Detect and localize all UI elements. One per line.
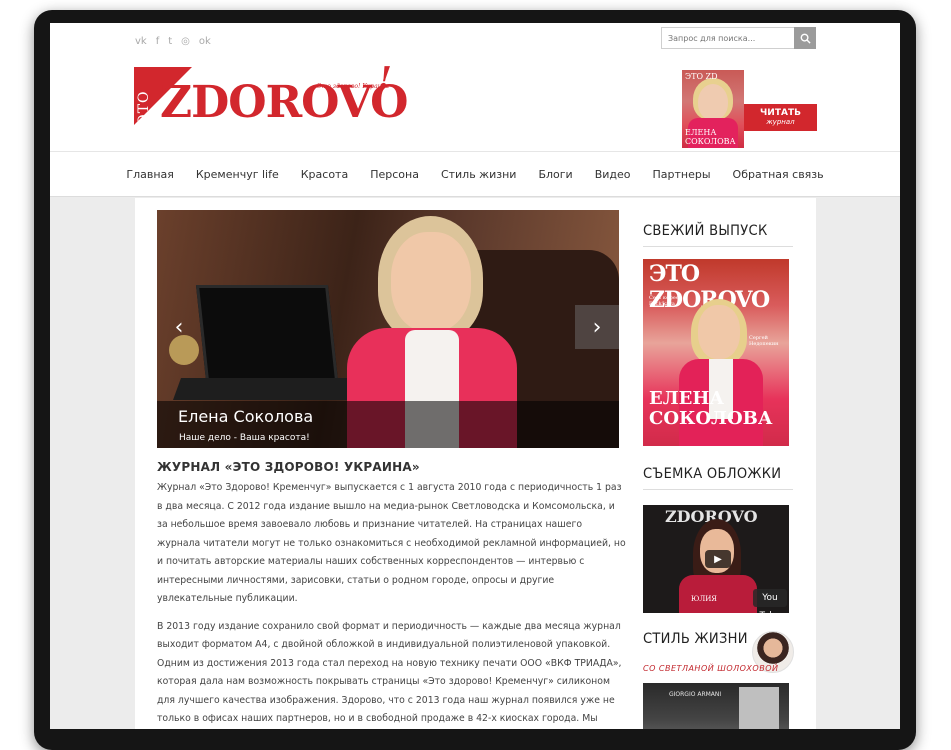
logo-vertical-text: ЭТО <box>136 90 152 125</box>
read-button-label: ЧИТАТЬ <box>760 108 801 118</box>
slider-next-button[interactable]: › <box>575 305 619 349</box>
site-header: vk f t ◎ ok ЭТО ZDOROVO Это здорово! Укр… <box>50 23 900 151</box>
vk-icon[interactable]: vk <box>135 36 147 47</box>
store-window <box>739 687 779 729</box>
video-dress <box>679 575 757 613</box>
search-button[interactable] <box>794 27 816 49</box>
youtube-logo[interactable]: You Tube <box>753 589 787 613</box>
store-sign: GIORGIO ARMANI <box>669 691 722 698</box>
nav-item-partners[interactable]: Партнеры <box>653 168 711 181</box>
nav-item-beauty[interactable]: Красота <box>301 168 348 181</box>
header-magazine-name: ЕЛЕНА СОКОЛОВА <box>685 128 736 146</box>
odnoklassniki-icon[interactable]: ok <box>199 36 211 47</box>
search-icon <box>800 33 811 44</box>
twitter-icon[interactable]: t <box>168 36 172 47</box>
main-navigation: Главная Кременчуг life Красота Персона С… <box>50 151 900 197</box>
article-body: Журнал «Это Здорово! Кременчуг» выпускае… <box>157 479 627 729</box>
nav-item-feedback[interactable]: Обратная связь <box>733 168 824 181</box>
nav-item-kremenchug-life[interactable]: Кременчуг life <box>196 168 279 181</box>
cover-face <box>698 305 740 359</box>
article-title: ЖУРНАЛ «ЭТО ЗДОРОВО! УКРАИНА» <box>157 460 420 474</box>
slide-laptop <box>195 285 339 381</box>
nav-item-home[interactable]: Главная <box>126 168 174 181</box>
cover-shoot-video[interactable]: ZDOROVO ▶ ЮЛИЯ You Tube <box>643 505 789 613</box>
cover-left-text: Сеть кофеен Rock'kava <box>649 295 683 307</box>
divider <box>643 489 793 490</box>
cover-name: ЕЛЕНА СОКОЛОВА <box>649 388 773 429</box>
search-input[interactable] <box>661 27 794 49</box>
lifestyle-image[interactable]: GIORGIO ARMANI <box>643 683 789 729</box>
social-links: vk f t ◎ ok <box>135 36 211 47</box>
nav-item-lifestyle[interactable]: Стиль жизни <box>441 168 517 181</box>
header-magazine-cover[interactable]: ЭТО ZD ЕЛЕНА СОКОЛОВА <box>682 70 744 148</box>
facebook-icon[interactable]: f <box>156 36 160 47</box>
chevron-left-icon: ‹ <box>174 314 184 340</box>
cover-shoot-heading: СЪЕМКА ОБЛОЖКИ <box>643 466 782 482</box>
fresh-issue-heading: СВЕЖИЙ ВЫПУСК <box>643 223 768 239</box>
nav-item-video[interactable]: Видео <box>595 168 631 181</box>
divider <box>643 246 793 247</box>
lifestyle-subheading: СО СВЕТЛАНОЙ ШОЛОХОВОЙ <box>643 664 779 673</box>
play-icon[interactable]: ▶ <box>705 550 731 568</box>
site-logo[interactable]: ЭТО ZDOROVO Это здорово! Украина ! <box>134 61 424 133</box>
video-person-name: ЮЛИЯ <box>691 595 717 603</box>
read-button-sublabel: журнал <box>766 118 795 126</box>
latest-issue-cover[interactable]: ЭТО ZDOROVO Сеть кофеен Rock'kava Сергей… <box>643 259 789 446</box>
slide-face <box>391 232 471 332</box>
slide-subtitle: Наше дело - Ваша красота! <box>179 433 310 443</box>
hero-slider[interactable]: ‹ › Елена Соколова Наше дело - Ваша крас… <box>157 210 619 448</box>
browser-viewport: vk f t ◎ ok ЭТО ZDOROVO Это здорово! Укр… <box>50 23 900 729</box>
main-content: ‹ › Елена Соколова Наше дело - Ваша крас… <box>135 198 816 729</box>
chevron-right-icon: › <box>592 314 602 340</box>
cover-right-text: Сергей Недопекин <box>749 335 779 347</box>
slide-caption: Елена Соколова Наше дело - Ваша красота! <box>157 401 619 448</box>
cover-face <box>698 84 728 120</box>
lifestyle-heading: СТИЛЬ ЖИЗНИ <box>643 631 748 647</box>
slide-title[interactable]: Елена Соколова <box>178 407 313 426</box>
article-paragraph: Журнал «Это Здорово! Кременчуг» выпускае… <box>157 482 626 604</box>
slide-keyboard <box>172 378 362 400</box>
nav-item-persona[interactable]: Персона <box>370 168 419 181</box>
instagram-icon[interactable]: ◎ <box>181 36 190 47</box>
header-magazine-logo: ЭТО ZD <box>685 72 718 81</box>
article-paragraph: В 2013 году издание сохранило свой форма… <box>157 620 622 725</box>
search-form <box>661 27 816 49</box>
slider-prev-button[interactable]: ‹ <box>157 305 201 349</box>
nav-item-blogs[interactable]: Блоги <box>538 168 572 181</box>
read-magazine-button[interactable]: ЧИТАТЬ журнал <box>744 104 817 131</box>
